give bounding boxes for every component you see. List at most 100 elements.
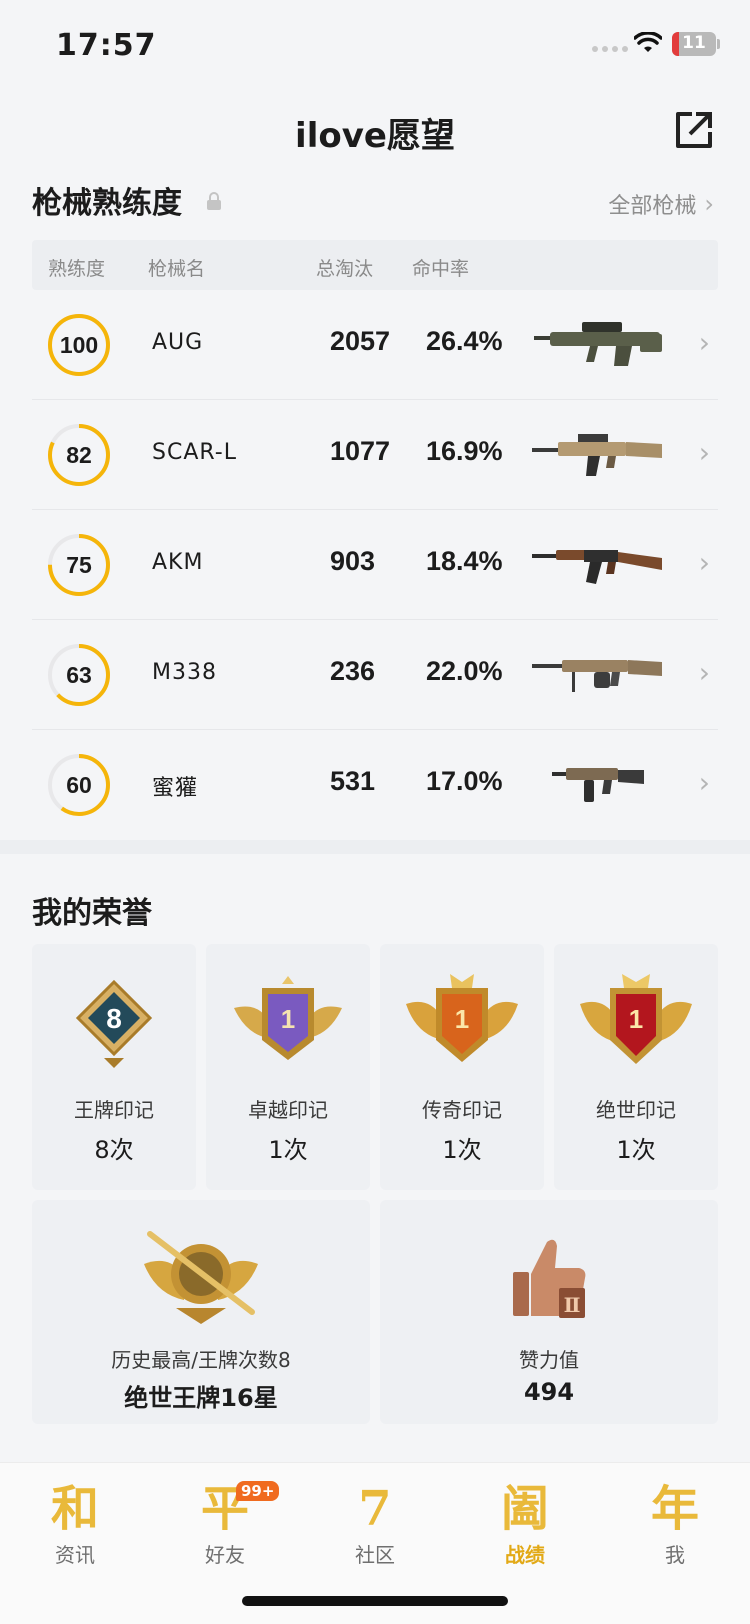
excellence-mark-count: 1次 <box>268 1136 308 1164</box>
bullpup-rifle-icon <box>534 322 662 366</box>
ace-rank-emblem-icon <box>144 1231 258 1324</box>
tab-community-label: 社区 <box>355 1543 395 1567</box>
legend-mark-label: 传奇印记 <box>422 1098 502 1122</box>
ace-mark-card[interactable]: 8 王牌印记 8次 <box>32 944 196 1190</box>
weapon-kills: 903 <box>330 546 376 576</box>
weapon-row[interactable]: 75 AKM 903 18.4% › <box>32 510 718 620</box>
legend-emblem-number: 1 <box>455 1004 469 1034</box>
thumbs-up-icon: Ⅱ <box>513 1239 586 1318</box>
news-tab-icon: 和 <box>50 1481 99 1537</box>
legend-mark-card[interactable]: 1 传奇印记 1次 <box>380 944 544 1190</box>
proficiency-value: 63 <box>66 661 92 688</box>
machine-gun-icon <box>532 660 662 692</box>
highest-rank-card[interactable]: 历史最高/王牌次数8 绝世王牌16星 <box>32 1200 370 1424</box>
tab-friends-label: 好友 <box>205 1543 245 1567</box>
section-divider <box>0 840 750 854</box>
highest-rank-value: 绝世王牌16星 <box>124 1384 278 1412</box>
cellular-signal-icon <box>592 46 628 52</box>
weapon-kills: 1077 <box>330 436 391 466</box>
col-kills: 总淘汰 <box>316 258 374 280</box>
chevron-right-icon: › <box>698 656 710 689</box>
battery-tip <box>717 39 720 49</box>
weapon-kills: 2057 <box>330 326 391 356</box>
proficiency-value: 82 <box>66 441 92 468</box>
proficiency-value: 100 <box>59 331 99 358</box>
weapon-row[interactable]: 82 SCAR-L 1077 16.9% › <box>32 400 718 510</box>
me-tab-icon: 年 <box>650 1481 699 1537</box>
excellence-mark-label: 卓越印记 <box>248 1098 328 1122</box>
supreme-emblem-icon: 1 <box>580 974 692 1064</box>
weapon-name: AKM <box>152 550 204 575</box>
supreme-mark-label: 绝世印记 <box>596 1098 676 1122</box>
tab-record[interactable]: 阖 战绩 <box>450 1481 600 1568</box>
col-hit-rate: 命中率 <box>412 258 470 280</box>
supreme-mark-card[interactable]: 1 绝世印记 1次 <box>554 944 718 1190</box>
tab-friends[interactable]: 平 99+ 好友 <box>150 1481 300 1568</box>
ace-emblem-icon: 8 <box>75 979 153 1068</box>
weapon-name: M338 <box>152 660 217 685</box>
ace-emblem-number: 8 <box>106 1003 122 1034</box>
highest-rank-label: 历史最高/王牌次数8 <box>111 1348 291 1372</box>
tan-rifle-icon <box>532 434 662 476</box>
record-tab-icon: 阖 <box>500 1481 549 1537</box>
weapons-table-header: 熟练度 枪械名 总淘汰 命中率 <box>32 240 718 290</box>
share-icon[interactable] <box>672 108 716 152</box>
friends-badge: 99+ <box>236 1481 280 1501</box>
weapon-name: SCAR-L <box>152 440 237 465</box>
tab-news-label: 资讯 <box>55 1543 95 1567</box>
weapon-kills: 531 <box>330 766 376 796</box>
wood-rifle-icon <box>532 550 662 584</box>
all-weapons-link[interactable]: 全部枪械 › <box>608 188 714 220</box>
wifi-icon <box>634 32 662 52</box>
all-weapons-label: 全部枪械 <box>608 194 697 219</box>
page-title: ilove愿望 <box>295 116 455 156</box>
tab-me[interactable]: 年 我 <box>600 1481 750 1568</box>
col-proficiency: 熟练度 <box>48 258 106 280</box>
honors-section-title: 我的荣誉 <box>32 896 152 931</box>
compact-rifle-icon <box>552 768 644 802</box>
legend-mark-count: 1次 <box>442 1136 482 1164</box>
weapons-section-title: 枪械熟练度 <box>32 186 182 221</box>
chevron-right-icon: › <box>698 766 710 799</box>
tab-me-label: 我 <box>665 1543 685 1567</box>
weapon-row[interactable]: 63 M338 236 22.0% › <box>32 620 718 730</box>
weapon-hit-rate: 18.4% <box>426 546 503 576</box>
col-weapon-name: 枪械名 <box>148 258 206 280</box>
battery-level: 11 <box>682 33 706 53</box>
home-indicator <box>242 1596 508 1606</box>
weapon-hit-rate: 17.0% <box>426 766 503 796</box>
weapons-list: 100 AUG 2057 26.4% › 82 SCAR-L 1077 16.9… <box>32 290 718 840</box>
likes-card[interactable]: Ⅱ 赞力值 494 <box>380 1200 718 1424</box>
chevron-right-icon: › <box>698 436 710 469</box>
weapon-name: AUG <box>152 330 204 355</box>
weapon-hit-rate: 26.4% <box>426 326 503 356</box>
lock-icon <box>207 192 221 210</box>
weapon-kills: 236 <box>330 656 376 686</box>
status-time: 17:57 <box>56 28 157 63</box>
supreme-mark-count: 1次 <box>616 1136 656 1164</box>
weapon-name: 蜜獾 <box>152 776 199 801</box>
chevron-right-icon: › <box>698 326 710 359</box>
svg-text:Ⅱ: Ⅱ <box>564 1293 581 1317</box>
excellence-mark-card[interactable]: 1 卓越印记 1次 <box>206 944 370 1190</box>
tab-community[interactable]: 7 社区 <box>300 1481 450 1568</box>
community-tab-icon: 7 <box>358 1481 392 1537</box>
proficiency-value: 75 <box>66 551 92 578</box>
ace-mark-label: 王牌印记 <box>74 1098 154 1122</box>
weapon-hit-rate: 16.9% <box>426 436 503 466</box>
ace-mark-count: 8次 <box>94 1136 134 1164</box>
tab-record-label: 战绩 <box>505 1543 545 1567</box>
status-bar: 17:57 11 <box>0 0 750 90</box>
supreme-emblem-number: 1 <box>629 1004 643 1034</box>
legend-emblem-icon: 1 <box>406 974 518 1062</box>
tab-news[interactable]: 和 资讯 <box>0 1481 150 1568</box>
likes-value: 494 <box>523 1378 575 1406</box>
weapon-row[interactable]: 60 蜜獾 531 17.0% › <box>32 730 718 840</box>
chevron-right-icon: › <box>704 190 714 218</box>
excellence-emblem-icon: 1 <box>234 976 342 1060</box>
battery-icon: 11 <box>672 32 716 56</box>
weapon-row[interactable]: 100 AUG 2057 26.4% › <box>32 290 718 400</box>
likes-label: 赞力值 <box>519 1348 579 1372</box>
proficiency-value: 60 <box>66 771 92 798</box>
chevron-right-icon: › <box>698 546 710 579</box>
